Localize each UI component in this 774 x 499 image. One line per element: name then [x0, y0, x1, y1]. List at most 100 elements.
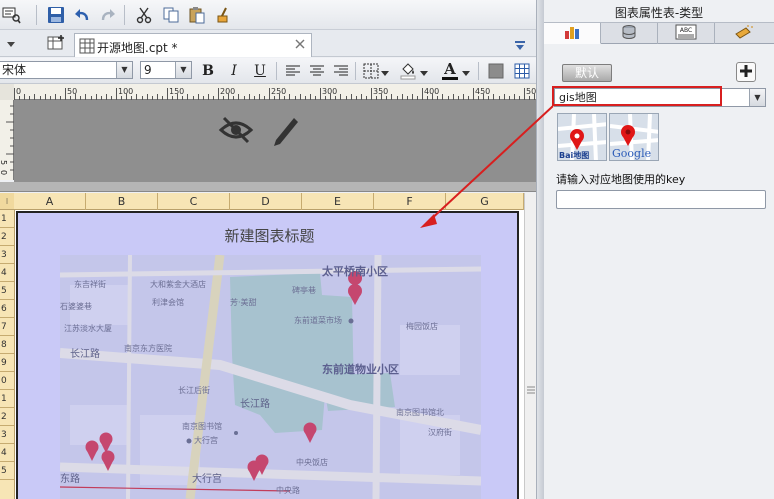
row-header-cell[interactable]: 8	[0, 336, 14, 354]
underline-button[interactable]: U	[250, 61, 270, 81]
report-header-area	[14, 100, 536, 182]
tab-data[interactable]	[601, 23, 658, 44]
template-preview-icon[interactable]	[1, 5, 21, 25]
column-header-g[interactable]: G	[446, 193, 524, 210]
ruler-label: 150	[169, 87, 184, 96]
map-label: 长江路	[240, 399, 270, 410]
column-header-b[interactable]: B	[86, 193, 158, 210]
edit-pencil-icon[interactable]	[268, 112, 302, 151]
default-button[interactable]: 默认	[562, 64, 612, 82]
font-color-swatch	[442, 77, 458, 80]
v-ruler-tick: 5	[0, 160, 8, 165]
row-header-cell[interactable]: 1	[0, 390, 14, 408]
map-label: 中央路	[276, 486, 300, 495]
row-header-cell[interactable]: 5	[0, 282, 14, 300]
insert-cell-icon[interactable]	[46, 33, 66, 53]
font-size-select[interactable]: 9 ▼	[140, 61, 192, 79]
format-brush-icon[interactable]	[213, 5, 233, 25]
hide-eye-icon[interactable]	[218, 114, 254, 149]
vertical-scrollbar[interactable]	[524, 193, 536, 499]
cut-icon[interactable]	[134, 5, 154, 25]
row-header-cell[interactable]: 2	[0, 408, 14, 426]
chevron-down-icon[interactable]: ▼	[749, 89, 765, 106]
column-header-c[interactable]: C	[158, 193, 230, 210]
baidu-map-thumbnail[interactable]: Bai地图	[557, 113, 607, 161]
row-header-cell[interactable]: 1	[0, 210, 14, 228]
italic-button[interactable]: I	[224, 61, 244, 81]
map-key-input[interactable]	[556, 190, 766, 209]
close-tab-icon[interactable]	[294, 38, 306, 53]
bold-button[interactable]: B	[198, 61, 218, 81]
chevron-down-icon[interactable]	[462, 67, 470, 80]
tab-effects[interactable]	[715, 23, 772, 44]
chevron-down-icon[interactable]	[381, 67, 389, 80]
font-name-select[interactable]: 宋体 ▼	[0, 61, 133, 79]
row-header-cell[interactable]: 4	[0, 444, 14, 462]
map-label: 南京东方医院	[124, 344, 172, 353]
row-header-cell[interactable]: 9	[0, 354, 14, 372]
row-header-cell[interactable]: 0	[0, 372, 14, 390]
align-right-icon[interactable]	[331, 61, 351, 81]
border-icon[interactable]	[361, 61, 381, 81]
cell-style-icon[interactable]	[486, 61, 506, 81]
map-label: 长江后街	[178, 386, 210, 395]
select-all-corner[interactable]: ⁝	[0, 193, 15, 210]
table-grid-icon[interactable]	[512, 61, 532, 81]
map-label: 中央饭店	[296, 458, 328, 467]
column-header-a[interactable]: A	[14, 193, 86, 210]
map-label: 东路	[60, 474, 80, 485]
fill-color-icon[interactable]	[398, 61, 418, 81]
map-view[interactable]: 太平桥南小区 东前道物业小区 长江路 长江路 大行宫 东路 东吉祥街 大和紫金大…	[60, 255, 481, 499]
text-style-icon: ABC	[675, 24, 697, 43]
tab-list-icon[interactable]	[510, 35, 530, 55]
paste-icon[interactable]	[187, 5, 207, 25]
font-color-button[interactable]: A	[440, 60, 460, 82]
copy-icon[interactable]	[161, 5, 181, 25]
chevron-down-icon[interactable]: ▼	[175, 62, 191, 78]
redo-icon[interactable]	[98, 5, 118, 25]
horizontal-ruler: 0 50 100 150 200 250 300 350 400 450 500	[14, 84, 536, 100]
map-label: 石婆婆巷	[60, 302, 92, 311]
baidu-logo-text: Bai地图	[559, 151, 590, 160]
bar-chart-icon	[563, 24, 581, 43]
panel-tabs: ABC	[544, 22, 774, 44]
scroll-grip-icon[interactable]	[527, 385, 535, 395]
panel-splitter[interactable]	[536, 0, 544, 499]
map-chart[interactable]: 新建图表标题 太平桥南小区 东前道物业小区 长江路 长江路 大行宫 东路 东吉祥…	[16, 211, 519, 499]
align-left-icon[interactable]	[283, 61, 303, 81]
column-header-e[interactable]: E	[302, 193, 374, 210]
row-header-cell[interactable]: 6	[0, 300, 14, 318]
tab-chart-type[interactable]	[544, 23, 601, 44]
map-label: 芳·美甜	[230, 298, 257, 307]
undo-icon[interactable]	[72, 5, 92, 25]
column-header-d[interactable]: D	[230, 193, 302, 210]
map-label: 东前道菜市场	[294, 316, 342, 325]
chart-title[interactable]: 新建图表标题	[18, 225, 521, 246]
google-map-thumbnail[interactable]: Google	[609, 113, 659, 161]
save-icon[interactable]	[46, 5, 66, 25]
row-header-cell[interactable]: 7	[0, 318, 14, 336]
chart-property-panel: 图表属性表-类型 ABC 默认 gis地图 ▼ Bai地图 Google 请输入…	[544, 0, 774, 499]
tab-open-source-map[interactable]: 开源地图.cpt *	[74, 33, 312, 57]
row-header-cell[interactable]: 5	[0, 462, 14, 480]
align-center-icon[interactable]	[307, 61, 327, 81]
ruler-label: 400	[424, 87, 439, 96]
ruler-label: 300	[322, 87, 337, 96]
font-name-value: 宋体	[2, 63, 27, 77]
map-label: 东前道物业小区	[322, 363, 399, 376]
v-ruler-tick: 0	[0, 170, 8, 175]
row-header-cell[interactable]: 4	[0, 264, 14, 282]
database-icon	[621, 24, 637, 43]
row-header: 1 2 3 4 5 6 7 8 9 0 1 2 3 4 5	[0, 210, 15, 499]
row-header-cell[interactable]: 2	[0, 228, 14, 246]
header-separator	[0, 182, 540, 192]
dropdown-arrow-icon[interactable]	[1, 34, 21, 54]
column-header-f[interactable]: F	[374, 193, 446, 210]
chevron-down-icon[interactable]	[420, 67, 428, 80]
row-header-cell[interactable]: 3	[0, 246, 14, 264]
add-button[interactable]	[736, 62, 756, 82]
chevron-down-icon[interactable]: ▼	[116, 62, 132, 78]
tab-style[interactable]: ABC	[658, 23, 715, 44]
main-toolbar	[0, 0, 540, 30]
row-header-cell[interactable]: 3	[0, 426, 14, 444]
